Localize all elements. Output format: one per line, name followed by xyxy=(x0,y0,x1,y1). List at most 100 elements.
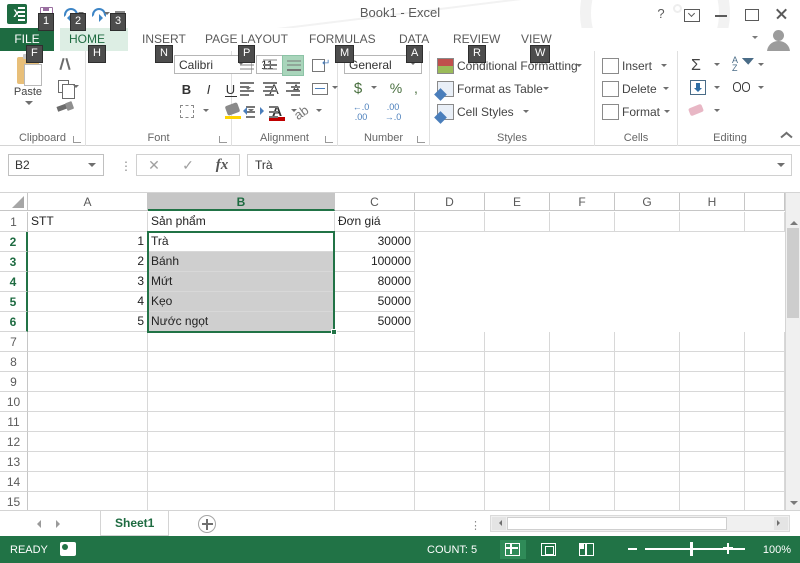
orientation-dropdown-icon[interactable] xyxy=(316,109,322,115)
borders-button[interactable] xyxy=(176,101,200,122)
name-box-dropdown-icon[interactable] xyxy=(88,163,96,171)
previous-sheet-button[interactable] xyxy=(25,515,47,533)
sort-and-filter-dropdown-icon[interactable] xyxy=(758,63,764,69)
vertical-scrollbar[interactable] xyxy=(785,193,800,510)
account-dropdown-icon[interactable] xyxy=(752,36,758,42)
percent-format-button[interactable]: % xyxy=(386,78,406,99)
row-header-10[interactable]: 10 xyxy=(0,392,28,412)
row-header-15[interactable]: 15 xyxy=(0,492,28,510)
cell-b6[interactable]: Nước ngọt xyxy=(148,312,335,332)
copy-button[interactable] xyxy=(52,77,82,99)
paste-button[interactable]: Paste xyxy=(6,54,50,117)
new-sheet-button[interactable] xyxy=(198,515,216,533)
number-dialog-launcher[interactable] xyxy=(417,134,426,143)
find-and-select-button[interactable] xyxy=(730,78,756,99)
column-header-b[interactable]: B xyxy=(148,193,335,211)
select-all-button[interactable] xyxy=(0,193,28,211)
page-layout-view-button[interactable] xyxy=(536,540,562,559)
minimize-button[interactable] xyxy=(706,3,736,25)
row-header-12[interactable]: 12 xyxy=(0,432,28,452)
cell-a2[interactable]: 1 xyxy=(28,232,148,252)
row-header-3[interactable]: 3 xyxy=(0,252,28,272)
row-header-14[interactable]: 14 xyxy=(0,472,28,492)
ribbon-display-options-button[interactable] xyxy=(676,3,706,25)
accounting-dropdown-icon[interactable] xyxy=(371,86,377,92)
horizontal-scroll-thumb[interactable] xyxy=(507,517,727,530)
align-center-button[interactable] xyxy=(259,78,281,99)
cell-b5[interactable]: Kẹo xyxy=(148,292,335,312)
row-header-13[interactable]: 13 xyxy=(0,452,28,472)
cut-button[interactable] xyxy=(52,56,82,76)
autosum-button[interactable]: Σ xyxy=(686,55,712,76)
row-header-1[interactable]: 1 xyxy=(0,212,28,232)
paste-dropdown-icon[interactable] xyxy=(25,101,33,109)
cell-a4[interactable]: 3 xyxy=(28,272,148,292)
cell-c1[interactable]: Đơn giá xyxy=(335,212,415,232)
cell-a6[interactable]: 5 xyxy=(28,312,148,332)
accounting-format-button[interactable]: $ xyxy=(348,78,368,99)
borders-dropdown-icon[interactable] xyxy=(203,109,209,115)
column-header-e[interactable]: E xyxy=(485,193,550,211)
vertical-scroll-thumb[interactable] xyxy=(787,228,799,318)
align-bottom-button[interactable] xyxy=(282,55,304,76)
autosum-dropdown-icon[interactable] xyxy=(714,63,720,69)
clear-button[interactable] xyxy=(686,101,712,122)
fill-handle[interactable] xyxy=(331,329,337,335)
alignment-dialog-launcher[interactable] xyxy=(325,134,334,143)
comma-format-button[interactable]: , xyxy=(408,78,424,99)
zoom-out-button[interactable] xyxy=(628,548,637,550)
row-header-4[interactable]: 4 xyxy=(0,272,28,292)
maximize-button[interactable] xyxy=(736,3,766,25)
scroll-down-button[interactable] xyxy=(786,496,800,510)
cell-a5[interactable]: 4 xyxy=(28,292,148,312)
fill-dropdown-icon[interactable] xyxy=(714,86,720,92)
row-header-8[interactable]: 8 xyxy=(0,352,28,372)
column-header-c[interactable]: C xyxy=(335,193,415,211)
clear-dropdown-icon[interactable] xyxy=(714,109,720,115)
italic-button[interactable]: I xyxy=(198,79,219,100)
delete-cells-dropdown-icon[interactable] xyxy=(663,87,669,93)
bold-button[interactable]: B xyxy=(176,79,197,100)
scroll-left-button[interactable] xyxy=(492,517,506,530)
font-dialog-launcher[interactable] xyxy=(219,134,228,143)
page-break-preview-button[interactable] xyxy=(574,540,600,559)
align-left-button[interactable] xyxy=(236,78,258,99)
format-as-table-dropdown-icon[interactable] xyxy=(543,87,549,93)
cell-b3[interactable]: Bánh xyxy=(148,252,335,272)
decrease-indent-button[interactable] xyxy=(236,101,258,122)
collapse-ribbon-button[interactable] xyxy=(779,129,793,141)
row-header-6[interactable]: 6 xyxy=(0,312,28,332)
cell-styles-dropdown-icon[interactable] xyxy=(523,110,529,116)
fill-button[interactable] xyxy=(686,78,712,99)
expand-formula-bar-icon[interactable] xyxy=(777,163,785,171)
column-header-h[interactable]: H xyxy=(680,193,745,211)
scroll-right-button[interactable] xyxy=(774,517,788,530)
record-macro-button[interactable] xyxy=(60,542,76,556)
cell-c2[interactable]: 30000 xyxy=(335,232,415,252)
merge-and-center-button[interactable] xyxy=(308,78,334,99)
find-and-select-dropdown-icon[interactable] xyxy=(758,86,764,92)
cell-c3[interactable]: 100000 xyxy=(335,252,415,272)
row-header-2[interactable]: 2 xyxy=(0,232,28,252)
close-button[interactable] xyxy=(766,3,796,25)
column-header-a[interactable]: A xyxy=(28,193,148,211)
normal-view-button[interactable] xyxy=(500,540,526,559)
confirm-edit-button[interactable]: ✓ xyxy=(171,155,205,175)
cell-b1[interactable]: Sản phẩm xyxy=(148,212,335,232)
format-cells-dropdown-icon[interactable] xyxy=(664,110,670,116)
column-header-g[interactable]: G xyxy=(615,193,680,211)
wrap-text-button[interactable]: ↵ xyxy=(308,55,334,76)
align-right-button[interactable] xyxy=(282,78,304,99)
next-sheet-button[interactable] xyxy=(50,515,72,533)
column-header-d[interactable]: D xyxy=(415,193,485,211)
cell-c5[interactable]: 50000 xyxy=(335,292,415,312)
column-header-i[interactable] xyxy=(745,193,785,211)
decrease-decimal-button[interactable]: .00 →.0 xyxy=(380,101,406,122)
zoom-in-button[interactable] xyxy=(722,542,734,556)
scroll-up-button[interactable] xyxy=(786,212,800,227)
clipboard-dialog-launcher[interactable] xyxy=(73,134,82,143)
sheet-tab-sheet1[interactable]: Sheet1 xyxy=(100,511,170,536)
conditional-formatting-dropdown-icon[interactable] xyxy=(576,64,582,70)
cell-c4[interactable]: 80000 xyxy=(335,272,415,292)
help-button[interactable]: ? xyxy=(646,3,676,25)
